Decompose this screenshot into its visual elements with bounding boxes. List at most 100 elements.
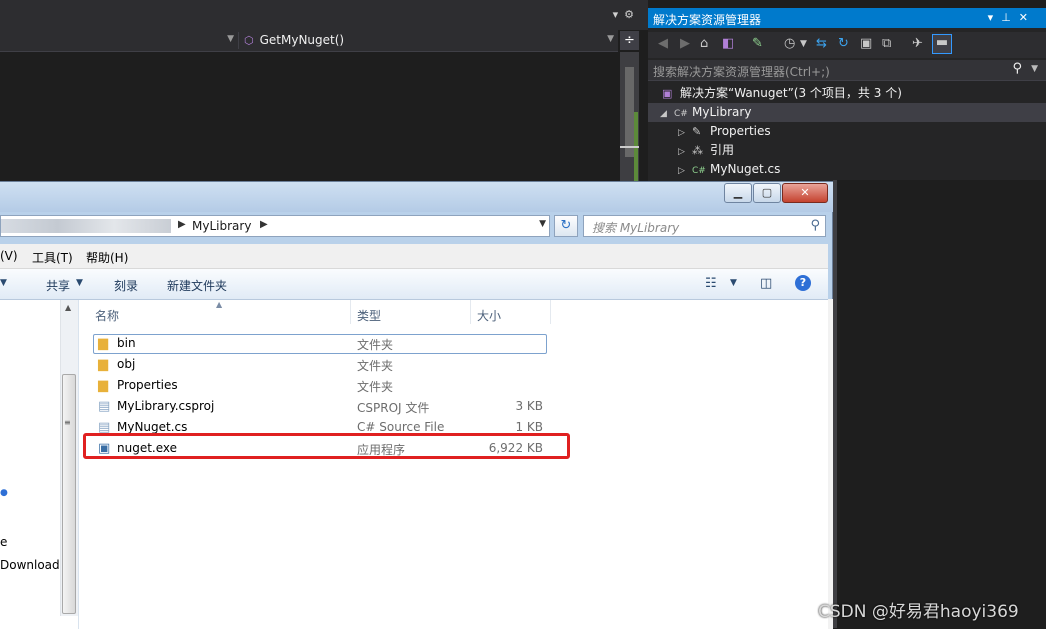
tree-item-references[interactable]: ▷ ⁂ 引用 [678,141,734,160]
chevron-down-icon[interactable]: ▼ [539,219,546,229]
csharp-file-icon: C# [692,166,706,176]
nav-item-fragment[interactable]: e [0,535,7,549]
maximize-button[interactable]: ▢ [753,183,781,203]
file-name: obj [117,357,136,371]
menu-item-tools[interactable]: 工具(T) [32,249,73,266]
nav-marker-icon: ● [0,488,8,498]
dropdown-icon[interactable]: ▾ [613,8,625,21]
file-name: MyLibrary.csproj [117,399,215,413]
search-icon[interactable]: ⚲ [810,218,820,233]
show-all-files-icon[interactable]: ⧉ [882,36,891,51]
burn-button[interactable]: 刻录 [114,277,138,294]
column-header-type[interactable]: 类型 [357,305,381,327]
column-divider[interactable] [350,300,351,324]
history-icon[interactable]: ◷ [784,36,795,51]
column-divider[interactable] [470,300,471,324]
sort-ascending-icon: ▲ [216,300,223,309]
collapsed-arrow-icon[interactable]: ▷ [678,162,692,181]
command-bar: ▼ 共享 ▼ 刻录 新建文件夹 ☷ ▼ ◫ ? [0,269,828,300]
refresh-icon[interactable]: ↻ [838,36,849,51]
search-placeholder: 搜索 MyLibrary [592,221,680,235]
member-label: GetMyNuget() [259,33,345,47]
minimize-button[interactable]: ▁ [724,183,752,203]
close-button[interactable]: ✕ [782,183,828,203]
preview-pane-icon[interactable]: ◫ [760,276,772,291]
vs-title-bar: ▾⚙ [0,0,648,30]
navigation-pane[interactable]: ● e Download ▲ ≡ [0,300,79,629]
blurred-path [1,219,171,233]
tree-item-solution[interactable]: ▣ 解决方案“Wanuget”(3 个项目，共 3 个) [662,84,902,103]
tree-item-project[interactable]: ◢ C# MyLibrary [660,103,751,122]
file-list-scrollbar[interactable] [828,299,833,629]
gear-icon[interactable]: ⚙ [624,8,640,21]
chevron-down-icon[interactable]: ▼ [730,278,737,288]
refresh-button[interactable]: ↻ [554,215,578,237]
pin-icon[interactable]: ⊥ [1001,11,1019,24]
new-folder-button[interactable]: 新建文件夹 [167,277,227,294]
close-icon[interactable]: ✕ [1019,11,1036,24]
home-icon[interactable]: ⌂ [700,36,708,51]
search-icon[interactable]: ⚲ [1012,61,1022,76]
solution-explorer-title-bar: 解决方案资源管理器 ▾⊥✕ [648,8,1046,28]
chevron-down-icon[interactable]: ▼ [607,34,614,44]
column-divider[interactable] [550,300,551,324]
breadcrumb-chevron-icon[interactable]: ▶ [178,219,186,230]
switch-views-icon[interactable]: ◧ [722,36,734,51]
chevron-down-icon[interactable]: ▼ [1031,64,1038,74]
window-frame [0,182,833,212]
member-dropdown[interactable]: ⬡ GetMyNuget() [244,33,344,47]
split-editor-button[interactable]: ÷ [620,31,639,50]
row-focus-rectangle [93,334,547,354]
column-header-size[interactable]: 大小 [477,305,501,327]
scroll-up-icon[interactable]: ▲ [65,303,71,312]
solution-search-box[interactable]: 搜索解决方案资源管理器(Ctrl+;) ⚲ ▼ [648,60,1046,81]
file-size: 3 KB [515,399,543,413]
view-options-icon[interactable]: ☷ [705,276,717,291]
navigation-scrollbar[interactable]: ▲ ≡ [60,300,78,616]
file-explorer-window: ▁ ▢ ✕ ▶ MyLibrary ▶ ▼ ↻ 搜索 MyLibrary ⚲ (… [0,181,833,629]
breadcrumb-current[interactable]: MyLibrary [192,219,251,233]
nav-item-downloads[interactable]: Download [0,558,60,572]
file-type: C# Source File [357,420,445,434]
collapse-all-icon[interactable]: ▣ [860,36,872,51]
scrollbar-thumb[interactable] [625,67,634,157]
chevron-down-icon[interactable]: ▼ [0,278,7,288]
chevron-down-icon: ▼ [227,34,234,44]
tree-item-label: 引用 [710,143,735,157]
menu-item-help[interactable]: 帮助(H) [86,249,128,266]
vs-background-strip [833,180,1046,628]
tree-item-file[interactable]: ▷ C# MyNuget.cs [678,160,780,179]
chevron-down-icon[interactable]: ▼ [76,278,83,288]
pending-changes-icon[interactable]: ✎ [752,36,763,51]
share-button[interactable]: 共享 [46,277,70,294]
type-dropdown[interactable]: ▼ [0,32,239,49]
file-type: 文件夹 [357,359,394,373]
file-row-obj[interactable]: ▆ obj 文件夹 [79,354,828,375]
help-icon[interactable]: ? [795,275,811,291]
address-bar[interactable]: ▶ MyLibrary ▶ ▼ [0,215,550,237]
expanded-arrow-icon[interactable]: ◢ [660,105,674,124]
address-row: ▶ MyLibrary ▶ ▼ ↻ 搜索 MyLibrary ⚲ [0,215,833,239]
references-icon: ⁂ [692,144,703,157]
vs-title-icons[interactable]: ▾⚙ [613,8,640,21]
sync-icon[interactable]: ⇆ [816,36,827,51]
column-header-name[interactable]: 名称 [95,305,119,327]
vs-scrollbar[interactable] [833,180,837,628]
chevron-down-icon[interactable]: ▼ [800,39,807,49]
search-input[interactable]: 搜索 MyLibrary ⚲ [583,215,826,237]
breadcrumb-chevron-icon[interactable]: ▶ [260,219,268,230]
scrollbar-thumb[interactable] [62,374,76,614]
method-icon: ⬡ [244,34,254,47]
tree-item-properties[interactable]: ▷ ✎ Properties [678,122,771,141]
forward-icon[interactable]: ▶ [680,36,690,51]
tree-item-label: MyLibrary [692,105,752,119]
preview-icon[interactable]: ▬ [932,34,952,54]
dropdown-icon[interactable]: ▾ [988,11,1002,24]
menu-item-view[interactable]: (V) [0,249,18,263]
wrench-icon[interactable]: ✈ [912,36,923,51]
file-row-properties[interactable]: ▆ Properties 文件夹 [79,375,828,396]
back-icon[interactable]: ◀ [658,36,668,51]
annotation-highlight [83,433,570,459]
wrench-icon: ✎ [692,125,702,138]
file-row-csproj[interactable]: ▤ MyLibrary.csproj CSPROJ 文件 3 KB [79,396,828,417]
